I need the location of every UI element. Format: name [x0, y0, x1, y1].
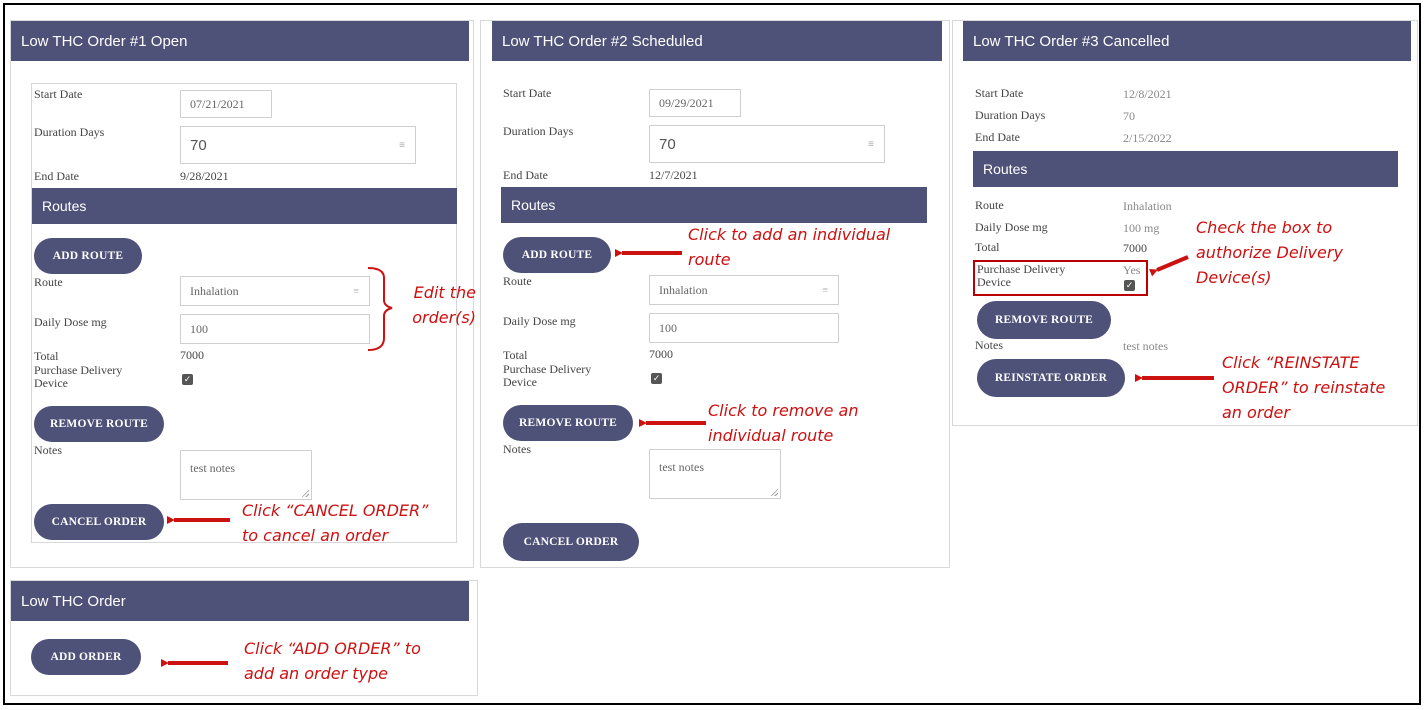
annotation-reinstate-order: Click “REINSTATE ORDER” to reinstate an … — [1222, 353, 1386, 422]
add-route-button[interactable]: ADD ROUTE — [503, 237, 611, 273]
order-panel-2: Low THC Order #2 Scheduled Start Date 09… — [480, 20, 950, 568]
notes-textarea[interactable]: test notes — [649, 449, 781, 499]
start-date-input[interactable]: 09/29/2021 — [649, 89, 741, 117]
end-date-value: 2/15/2022 — [1123, 131, 1172, 145]
annotation-check-box: Check the box to authorize Delivery Devi… — [1196, 218, 1343, 287]
annotation-add-route: Click to add an individual route — [688, 225, 891, 269]
daily-dose-label: Daily Dose mg — [34, 315, 107, 329]
daily-dose-input[interactable]: 100 — [649, 313, 839, 343]
add-route-button[interactable]: ADD ROUTE — [34, 238, 142, 274]
route-value: Inhalation — [1123, 199, 1172, 213]
duration-days-label: Duration Days — [975, 108, 1046, 122]
number-spinner-icon[interactable]: ≡ — [399, 140, 405, 151]
daily-dose-value: 100 mg — [1123, 221, 1160, 235]
routes-header: Routes — [32, 188, 457, 224]
checkbox-checked-icon[interactable]: ✓ — [182, 374, 193, 385]
purchase-delivery-value: Yes — [1123, 263, 1141, 277]
remove-route-button[interactable]: REMOVE ROUTE — [977, 301, 1111, 339]
order-form-card-2: Start Date 09/29/2021 Duration Days 70 ≡… — [501, 83, 927, 561]
notes-value: test notes — [1123, 339, 1168, 353]
notes-textarea[interactable]: test notes — [180, 450, 312, 500]
add-order-button[interactable]: ADD ORDER — [31, 639, 141, 675]
total-value: 7000 — [180, 348, 204, 362]
notes-label: Notes — [975, 338, 1003, 352]
routes-header: Routes — [501, 187, 927, 223]
number-spinner-icon[interactable]: ≡ — [868, 139, 874, 150]
route-label: Route — [975, 198, 1004, 212]
end-date-value: 12/7/2021 — [649, 168, 698, 182]
number-spinner-icon[interactable]: ≡ — [353, 286, 359, 297]
start-date-label: Start Date — [34, 87, 83, 101]
total-label: Total — [975, 240, 1000, 254]
duration-days-input[interactable]: 70 ≡ — [180, 126, 416, 164]
checkbox-checked-icon[interactable]: ✓ — [651, 373, 662, 384]
total-value: 7000 — [649, 347, 673, 361]
annotation-remove-route: Click to remove an individual route — [708, 401, 859, 445]
end-date-label: End Date — [503, 168, 548, 182]
purchase-delivery-device-label: Purchase Delivery Device — [34, 363, 123, 390]
annotation-add-order: Click “ADD ORDER” to add an order type — [244, 639, 421, 683]
number-spinner-icon[interactable]: ≡ — [822, 285, 828, 296]
new-order-title: Low THC Order — [11, 581, 469, 621]
purchase-delivery-device-label: Purchase Delivery Device — [977, 262, 1066, 289]
end-date-label: End Date — [34, 169, 79, 183]
end-date-value: 9/28/2021 — [180, 169, 229, 183]
total-label: Total — [34, 349, 59, 363]
total-label: Total — [503, 348, 528, 362]
notes-label: Notes — [503, 442, 531, 456]
resize-handle-icon[interactable] — [770, 488, 778, 496]
start-date-label: Start Date — [975, 86, 1024, 100]
duration-days-value: 70 — [1123, 109, 1135, 123]
checkbox-checked-icon[interactable]: ✓ — [1124, 280, 1135, 291]
route-select[interactable]: Inhalation ≡ — [180, 276, 370, 306]
order-title-1: Low THC Order #1 Open — [11, 21, 469, 61]
remove-route-button[interactable]: REMOVE ROUTE — [34, 406, 164, 442]
order-title-2: Low THC Order #2 Scheduled — [492, 21, 942, 61]
start-date-label: Start Date — [503, 86, 552, 100]
notes-label: Notes — [34, 443, 62, 457]
reinstate-order-button[interactable]: REINSTATE ORDER — [977, 359, 1125, 397]
routes-header: Routes — [973, 151, 1398, 187]
purchase-delivery-device-label: Purchase Delivery Device — [503, 362, 592, 389]
resize-handle-icon[interactable] — [301, 489, 309, 497]
annotation-cancel-order: Click “CANCEL ORDER” to cancel an order — [242, 501, 429, 545]
daily-dose-label: Daily Dose mg — [503, 314, 576, 328]
annotation-edit-order: Edit the order(s) — [412, 283, 476, 327]
route-label: Route — [503, 274, 532, 288]
duration-days-label: Duration Days — [34, 125, 105, 139]
start-date-input[interactable]: 07/21/2021 — [180, 90, 272, 118]
end-date-label: End Date — [975, 130, 1020, 144]
daily-dose-label: Daily Dose mg — [975, 220, 1048, 234]
order-title-3: Low THC Order #3 Cancelled — [963, 21, 1411, 61]
cancel-order-button[interactable]: CANCEL ORDER — [34, 504, 164, 540]
route-label: Route — [34, 275, 63, 289]
order-form-card-1: Start Date 07/21/2021 Duration Days 70 ≡… — [31, 83, 457, 543]
total-value: 7000 — [1123, 241, 1147, 255]
cancel-order-button[interactable]: CANCEL ORDER — [503, 523, 639, 561]
daily-dose-input[interactable]: 100 — [180, 314, 370, 344]
route-select[interactable]: Inhalation ≡ — [649, 275, 839, 305]
remove-route-button[interactable]: REMOVE ROUTE — [503, 405, 633, 441]
start-date-value: 12/8/2021 — [1123, 87, 1172, 101]
duration-days-input[interactable]: 70 ≡ — [649, 125, 885, 163]
duration-days-label: Duration Days — [503, 124, 574, 138]
